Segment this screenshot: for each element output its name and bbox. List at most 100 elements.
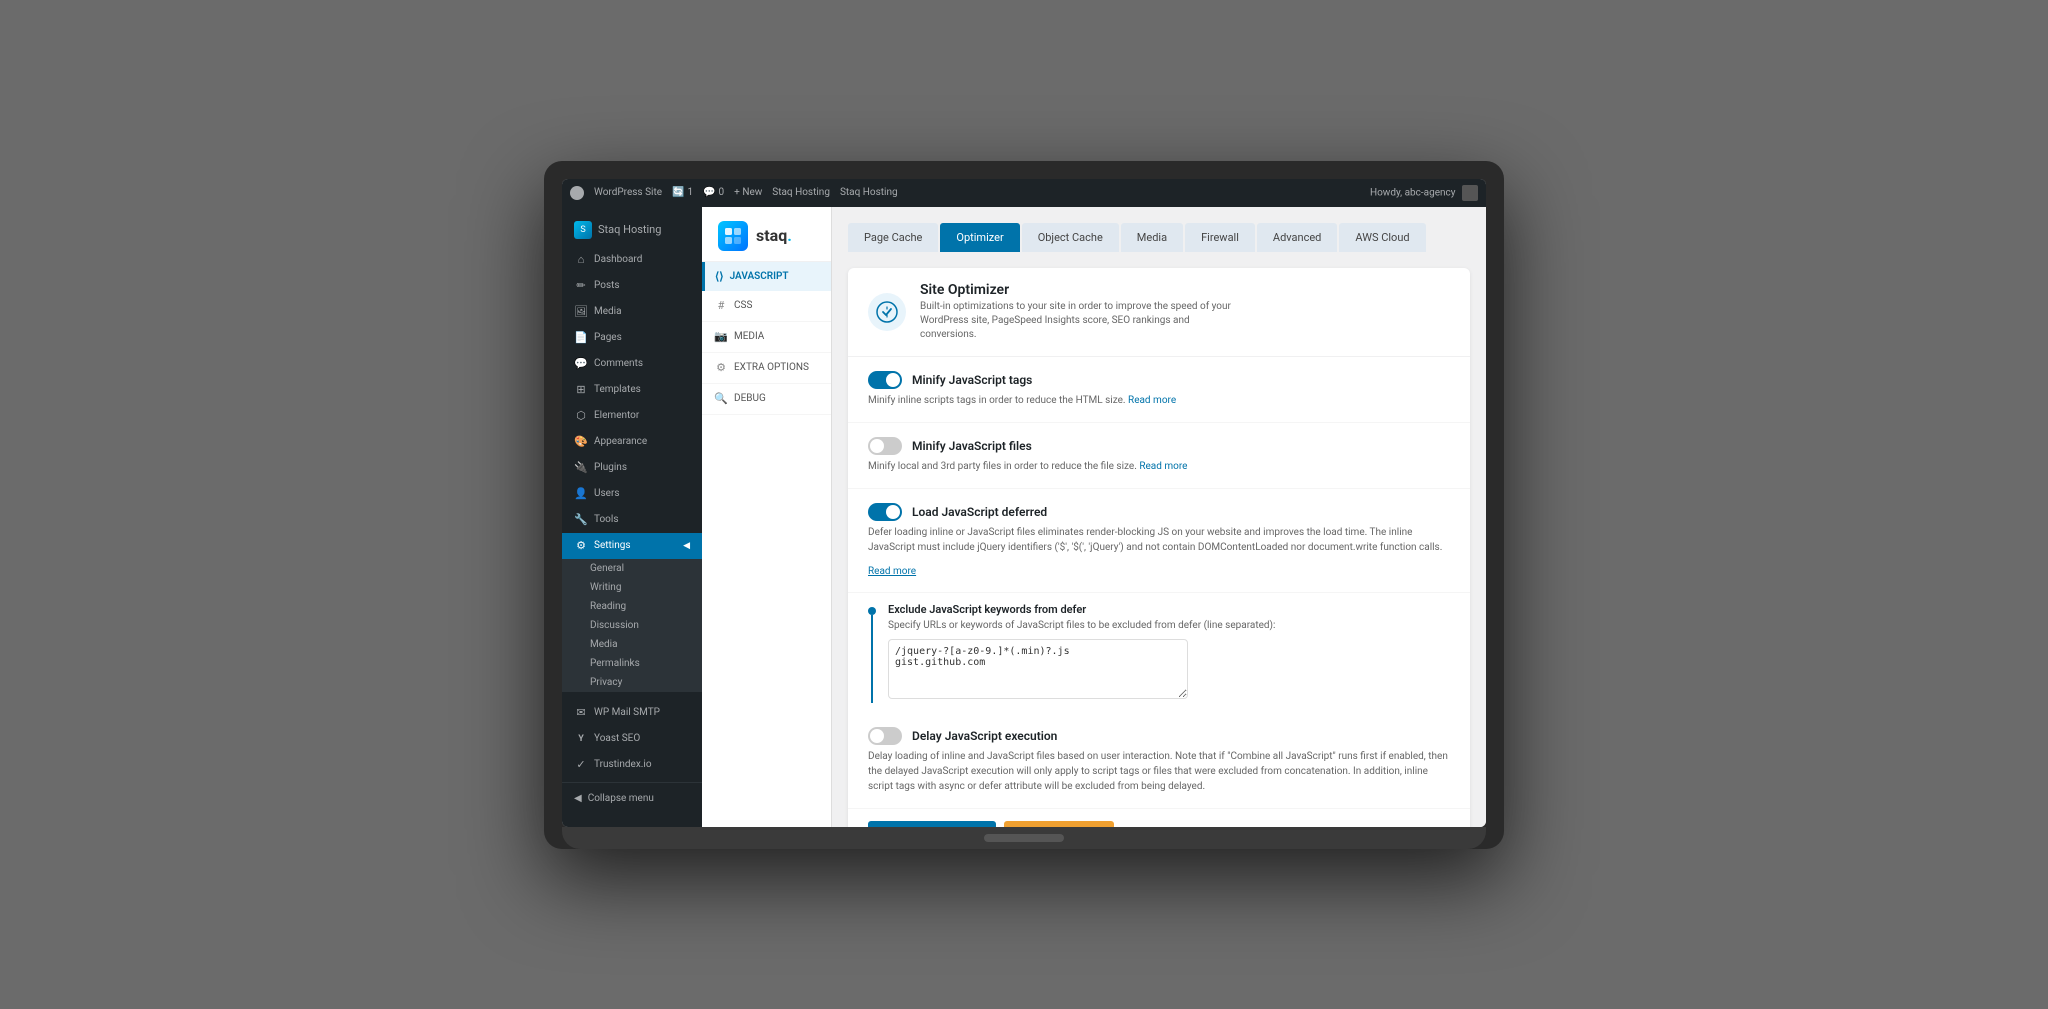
media-nav-icon: 📷 xyxy=(714,330,728,344)
collapse-menu-button[interactable]: ◀ Collapse menu xyxy=(562,782,702,814)
staq-logo xyxy=(718,221,748,251)
user-avatar[interactable] xyxy=(1462,185,1478,201)
admin-bar: WordPress Site 🔄 1 💬 0 + New Staq Hostin… xyxy=(562,179,1486,207)
submenu-media[interactable]: Media xyxy=(562,635,702,654)
new-button[interactable]: + New xyxy=(734,187,762,198)
settings-label: Settings xyxy=(594,540,631,551)
sidebar-item-posts[interactable]: ✏ Posts xyxy=(562,273,702,299)
debug-icon: 🔍 xyxy=(714,392,728,406)
card-header-text: Site Optimizer Built-in optimizations to… xyxy=(920,282,1240,342)
toggle-load-js-deferred[interactable] xyxy=(868,503,902,521)
minify-js-files-desc: Minify local and 3rd party files in orde… xyxy=(868,459,1450,474)
toggle-slider-2 xyxy=(868,437,902,455)
sidebar-item-dashboard[interactable]: ⌂ Dashboard xyxy=(562,247,702,273)
sidebar-item-settings[interactable]: ⚙ Settings ◀ xyxy=(562,533,702,559)
toggle-slider-3 xyxy=(868,503,902,521)
tools-icon: 🔧 xyxy=(574,513,588,527)
minify-js-files-title: Minify JavaScript files xyxy=(912,439,1032,453)
sidebar-item-tools[interactable]: 🔧 Tools xyxy=(562,507,702,533)
sidebar-item-pages[interactable]: 📄 Pages xyxy=(562,325,702,351)
comments-label: Comments xyxy=(594,358,643,369)
restore-button[interactable]: Restore Defaults xyxy=(1004,821,1114,827)
toggle-minify-js-tags[interactable] xyxy=(868,371,902,389)
comments-count[interactable]: 💬 0 xyxy=(703,187,724,198)
posts-label: Posts xyxy=(594,280,620,291)
wp-content: staq. ⟨⟩ JAVASCRIPT # CSS 📷 MEDIA xyxy=(702,207,1486,827)
sidebar-item-wpmail[interactable]: ✉ WP Mail SMTP xyxy=(562,700,702,726)
load-js-deferred-readmore[interactable]: Read more xyxy=(868,566,916,577)
submenu-writing[interactable]: Writing xyxy=(562,578,702,597)
tab-media[interactable]: Media xyxy=(1121,223,1183,252)
submenu-permalinks[interactable]: Permalinks xyxy=(562,654,702,673)
setting-minify-js-tags: Minify JavaScript tags Minify inline scr… xyxy=(848,357,1470,423)
save-button[interactable]: Save & Clear Cache xyxy=(868,821,996,827)
submenu-reading[interactable]: Reading xyxy=(562,597,702,616)
wp-logo[interactable] xyxy=(570,186,584,200)
tab-bar: Page Cache Optimizer Object Cache Media … xyxy=(848,223,1470,252)
submenu-privacy[interactable]: Privacy xyxy=(562,673,702,692)
wp-icon xyxy=(570,186,584,200)
wpmail-label: WP Mail SMTP xyxy=(594,707,660,718)
site-name[interactable]: WordPress Site xyxy=(594,187,662,198)
sidebar-item-users[interactable]: 👤 Users xyxy=(562,481,702,507)
plugin-brand: staq. xyxy=(702,207,831,262)
yoast-icon: Y xyxy=(574,732,588,746)
card-footer: Save & Clear Cache Restore Defaults xyxy=(848,809,1470,827)
trustindex-icon: ✓ xyxy=(574,758,588,772)
submenu-discussion[interactable]: Discussion xyxy=(562,616,702,635)
trustindex-label: Trustindex.io xyxy=(594,759,652,770)
toggle-delay-js[interactable] xyxy=(868,727,902,745)
blue-dot-indicator xyxy=(868,607,876,615)
defer-section-sublabel: Specify URLs or keywords of JavaScript f… xyxy=(888,620,1450,631)
tools-label: Tools xyxy=(594,514,618,525)
plugin-nav-debug[interactable]: 🔍 DEBUG xyxy=(702,384,831,415)
tab-page-cache[interactable]: Page Cache xyxy=(848,223,938,252)
minify-js-tags-desc: Minify inline scripts tags in order to r… xyxy=(868,393,1450,408)
tab-firewall[interactable]: Firewall xyxy=(1185,223,1255,252)
extra-icon: ⚙ xyxy=(714,361,728,375)
collapse-label: Collapse menu xyxy=(588,793,654,804)
settings-submenu: General Writing Reading Discussion Media… xyxy=(562,559,702,692)
yoast-label: Yoast SEO xyxy=(594,733,640,744)
staq-brand-name: staq. xyxy=(756,226,792,245)
defer-section-label: Exclude JavaScript keywords from defer xyxy=(888,603,1450,616)
sidebar-brand[interactable]: S Staq Hosting xyxy=(562,213,702,247)
plugin-nav-media[interactable]: 📷 MEDIA xyxy=(702,322,831,353)
updates-count[interactable]: 🔄 1 xyxy=(672,187,693,198)
templates-label: Templates xyxy=(594,384,641,395)
defer-content: Exclude JavaScript keywords from defer S… xyxy=(888,603,1450,703)
comments-icon: 💬 xyxy=(574,357,588,371)
updates-icon: 🔄 xyxy=(672,187,684,198)
minify-js-files-readmore[interactable]: Read more xyxy=(1139,461,1187,472)
plugin-nav-extra[interactable]: ⚙ EXTRA OPTIONS xyxy=(702,353,831,384)
sidebar-item-trustindex[interactable]: ✓ Trustindex.io xyxy=(562,752,702,778)
minify-js-tags-readmore[interactable]: Read more xyxy=(1128,395,1176,406)
content-card: Site Optimizer Built-in optimizations to… xyxy=(848,268,1470,827)
plugin-nav-css[interactable]: # CSS xyxy=(702,291,831,322)
plugin-nav-javascript[interactable]: ⟨⟩ JAVASCRIPT xyxy=(702,262,831,291)
defer-textarea[interactable] xyxy=(888,639,1188,699)
sidebar-item-templates[interactable]: ⊞ Templates xyxy=(562,377,702,403)
submenu-general[interactable]: General xyxy=(562,559,702,578)
blue-bar xyxy=(871,615,873,703)
sidebar-menu: ⌂ Dashboard ✏ Posts 🖼 Media 📄 Pages xyxy=(562,247,702,559)
posts-icon: ✏ xyxy=(574,279,588,293)
tab-optimizer[interactable]: Optimizer xyxy=(940,223,1019,252)
sidebar-item-appearance[interactable]: 🎨 Appearance xyxy=(562,429,702,455)
settings-icon: ⚙ xyxy=(574,539,588,553)
sidebar-item-plugins[interactable]: 🔌 Plugins xyxy=(562,455,702,481)
delay-js-desc: Delay loading of inline and JavaScript f… xyxy=(868,749,1450,794)
staq-brand-icon: S xyxy=(574,221,592,239)
tab-aws-cloud[interactable]: AWS Cloud xyxy=(1339,223,1425,252)
sidebar-item-elementor[interactable]: ⬡ Elementor xyxy=(562,403,702,429)
page-description: Built-in optimizations to your site in o… xyxy=(920,300,1240,342)
setting-load-js-deferred: Load JavaScript deferred Defer loading i… xyxy=(848,489,1470,593)
sidebar-item-media[interactable]: 🖼 Media xyxy=(562,299,702,325)
dashboard-label: Dashboard xyxy=(594,254,642,265)
sidebar-item-comments[interactable]: 💬 Comments xyxy=(562,351,702,377)
sidebar-item-yoast[interactable]: Y Yoast SEO xyxy=(562,726,702,752)
hosting-label[interactable]: Staq Hosting xyxy=(840,187,898,198)
tab-object-cache[interactable]: Object Cache xyxy=(1022,223,1119,252)
tab-advanced[interactable]: Advanced xyxy=(1257,223,1337,252)
toggle-minify-js-files[interactable] xyxy=(868,437,902,455)
